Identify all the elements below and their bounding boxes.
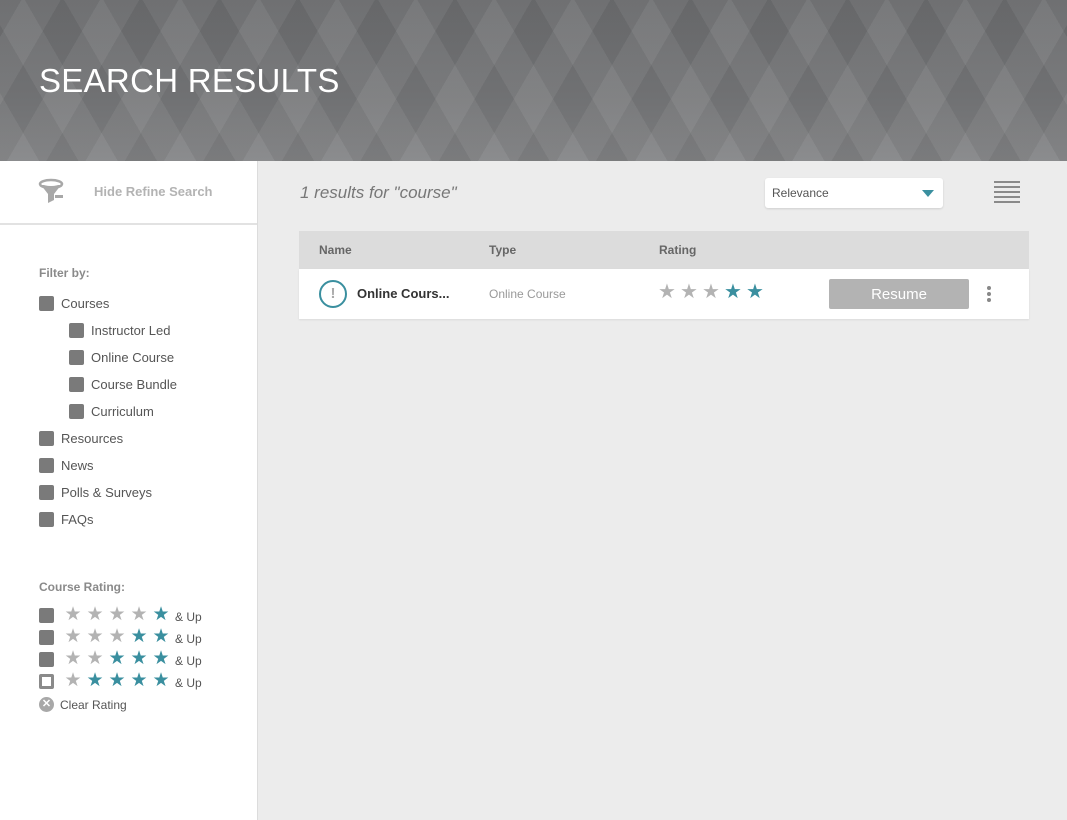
filter-label: Curriculum (91, 403, 154, 419)
course-name[interactable]: Online Cours... (357, 286, 449, 301)
sort-selected-value: Relevance (772, 186, 829, 200)
filter-item[interactable]: News (39, 456, 94, 474)
results-table: Name Type Rating ! Online Cours... Onlin… (299, 231, 1029, 319)
star-icon: ★ (152, 648, 170, 669)
clear-icon: ✕ (39, 697, 54, 712)
rating-filter-option[interactable]: ★ ★ ★ ★ ★ & Up (39, 627, 202, 647)
filter-checkbox[interactable] (69, 403, 84, 419)
filter-checkbox[interactable] (39, 457, 54, 473)
filter-item[interactable]: Courses (39, 294, 109, 312)
alert-status-icon: ! (319, 280, 347, 308)
filter-checkbox[interactable] (39, 295, 54, 311)
more-vertical-icon (985, 286, 993, 302)
filter-checkbox[interactable] (39, 484, 54, 500)
star-icon: ★ (64, 648, 82, 669)
star-icon: ★ (152, 670, 170, 691)
more-options-button[interactable] (985, 286, 993, 304)
rating-suffix: & Up (175, 675, 202, 690)
star-icon: ★ (152, 626, 170, 647)
rating-filter-option[interactable]: ★ ★ ★ ★ ★ & Up (39, 649, 202, 669)
filter-by-heading: Filter by: (39, 266, 90, 280)
star-icon: ★ (86, 626, 104, 647)
rating-stars: ★ ★ ★ ★ ★ (62, 649, 172, 669)
column-header-rating[interactable]: Rating (659, 243, 696, 257)
star-icon: ★ (680, 281, 698, 303)
column-header-name[interactable]: Name (319, 243, 352, 257)
filter-checkbox[interactable] (69, 376, 84, 392)
table-row[interactable]: ! Online Cours... Online Course ★ ★ ★ ★ ★ Re… (299, 269, 1029, 319)
star-icon: ★ (86, 670, 104, 691)
star-icon: ★ (108, 626, 126, 647)
rating-checkbox[interactable] (39, 629, 54, 645)
filter-label: Course Bundle (91, 376, 177, 392)
filter-label: Resources (61, 430, 124, 446)
filter-checkbox[interactable] (39, 511, 54, 527)
funnel-icon (38, 178, 64, 203)
list-view-icon (994, 181, 1020, 203)
clear-rating-label: Clear Rating (60, 697, 127, 712)
clear-rating-button[interactable]: ✕ Clear Rating (39, 697, 127, 712)
rating-stars: ★ ★ ★ ★ ★ (62, 605, 172, 625)
filter-label: FAQs (61, 511, 94, 527)
filter-item[interactable]: Polls & Surveys (39, 483, 152, 501)
star-icon: ★ (86, 604, 104, 625)
resume-button[interactable]: Resume (829, 279, 969, 309)
refine-sidebar: Hide Refine Search Filter by: Courses Ins… (0, 161, 258, 820)
star-icon: ★ (86, 648, 104, 669)
filter-label: Polls & Surveys (61, 484, 153, 500)
filter-item[interactable]: Course Bundle (69, 375, 177, 393)
rating-suffix: & Up (175, 631, 202, 646)
star-icon: ★ (702, 281, 720, 303)
list-view-toggle[interactable] (994, 181, 1020, 205)
rating-filter-option[interactable]: ★ ★ ★ ★ ★ & Up (39, 605, 202, 625)
page-title: SEARCH RESULTS (39, 62, 340, 99)
filter-item[interactable]: Instructor Led (69, 321, 171, 339)
sort-dropdown[interactable]: Relevance (765, 178, 943, 208)
star-icon: ★ (130, 670, 148, 691)
filter-label: Instructor Led (91, 322, 171, 338)
rating-filter-option[interactable]: ★ ★ ★ ★ ★ & Up (39, 671, 202, 691)
filter-item[interactable]: FAQs (39, 510, 94, 528)
filter-item[interactable]: Curriculum (69, 402, 154, 420)
star-icon: ★ (64, 670, 82, 691)
hide-refine-search-label: Hide Refine Search (94, 184, 213, 199)
hide-refine-search-toggle[interactable]: Hide Refine Search (0, 161, 257, 225)
results-summary: 1 results for "course" (300, 183, 457, 202)
star-icon: ★ (64, 604, 82, 625)
rating-stars: ★ ★ ★ ★ ★ (62, 671, 172, 691)
star-icon: ★ (108, 604, 126, 625)
star-icon: ★ (724, 281, 742, 303)
rating-checkbox[interactable] (39, 673, 54, 689)
filter-label: Online Course (91, 349, 175, 365)
caret-down-icon (922, 190, 934, 197)
rating-checkbox[interactable] (39, 651, 54, 667)
star-icon: ★ (108, 670, 126, 691)
rating-checkbox[interactable] (39, 607, 54, 623)
filter-item[interactable]: Resources (39, 429, 123, 447)
star-icon: ★ (130, 604, 148, 625)
course-type: Online Course (489, 287, 566, 301)
star-icon: ★ (746, 281, 764, 303)
star-icon: ★ (130, 648, 148, 669)
star-icon: ★ (108, 648, 126, 669)
star-icon: ★ (658, 281, 676, 303)
star-icon: ★ (130, 626, 148, 647)
page-header-banner: SEARCH RESULTS (0, 0, 1067, 161)
course-rating-stars: ★ ★ ★ ★ ★ (656, 282, 766, 302)
rating-suffix: & Up (175, 609, 202, 624)
course-rating-heading: Course Rating: (39, 580, 126, 594)
filter-label: Courses (61, 295, 110, 311)
filter-checkbox[interactable] (69, 322, 84, 338)
filter-label: News (61, 457, 94, 473)
table-header: Name Type Rating (299, 231, 1029, 269)
filter-checkbox[interactable] (39, 430, 54, 446)
column-header-type[interactable]: Type (489, 243, 516, 257)
filter-item[interactable]: Online Course (69, 348, 174, 366)
filter-checkbox[interactable] (69, 349, 84, 365)
star-icon: ★ (64, 626, 82, 647)
rating-suffix: & Up (175, 653, 202, 668)
star-icon: ★ (152, 604, 170, 625)
rating-stars: ★ ★ ★ ★ ★ (62, 627, 172, 647)
